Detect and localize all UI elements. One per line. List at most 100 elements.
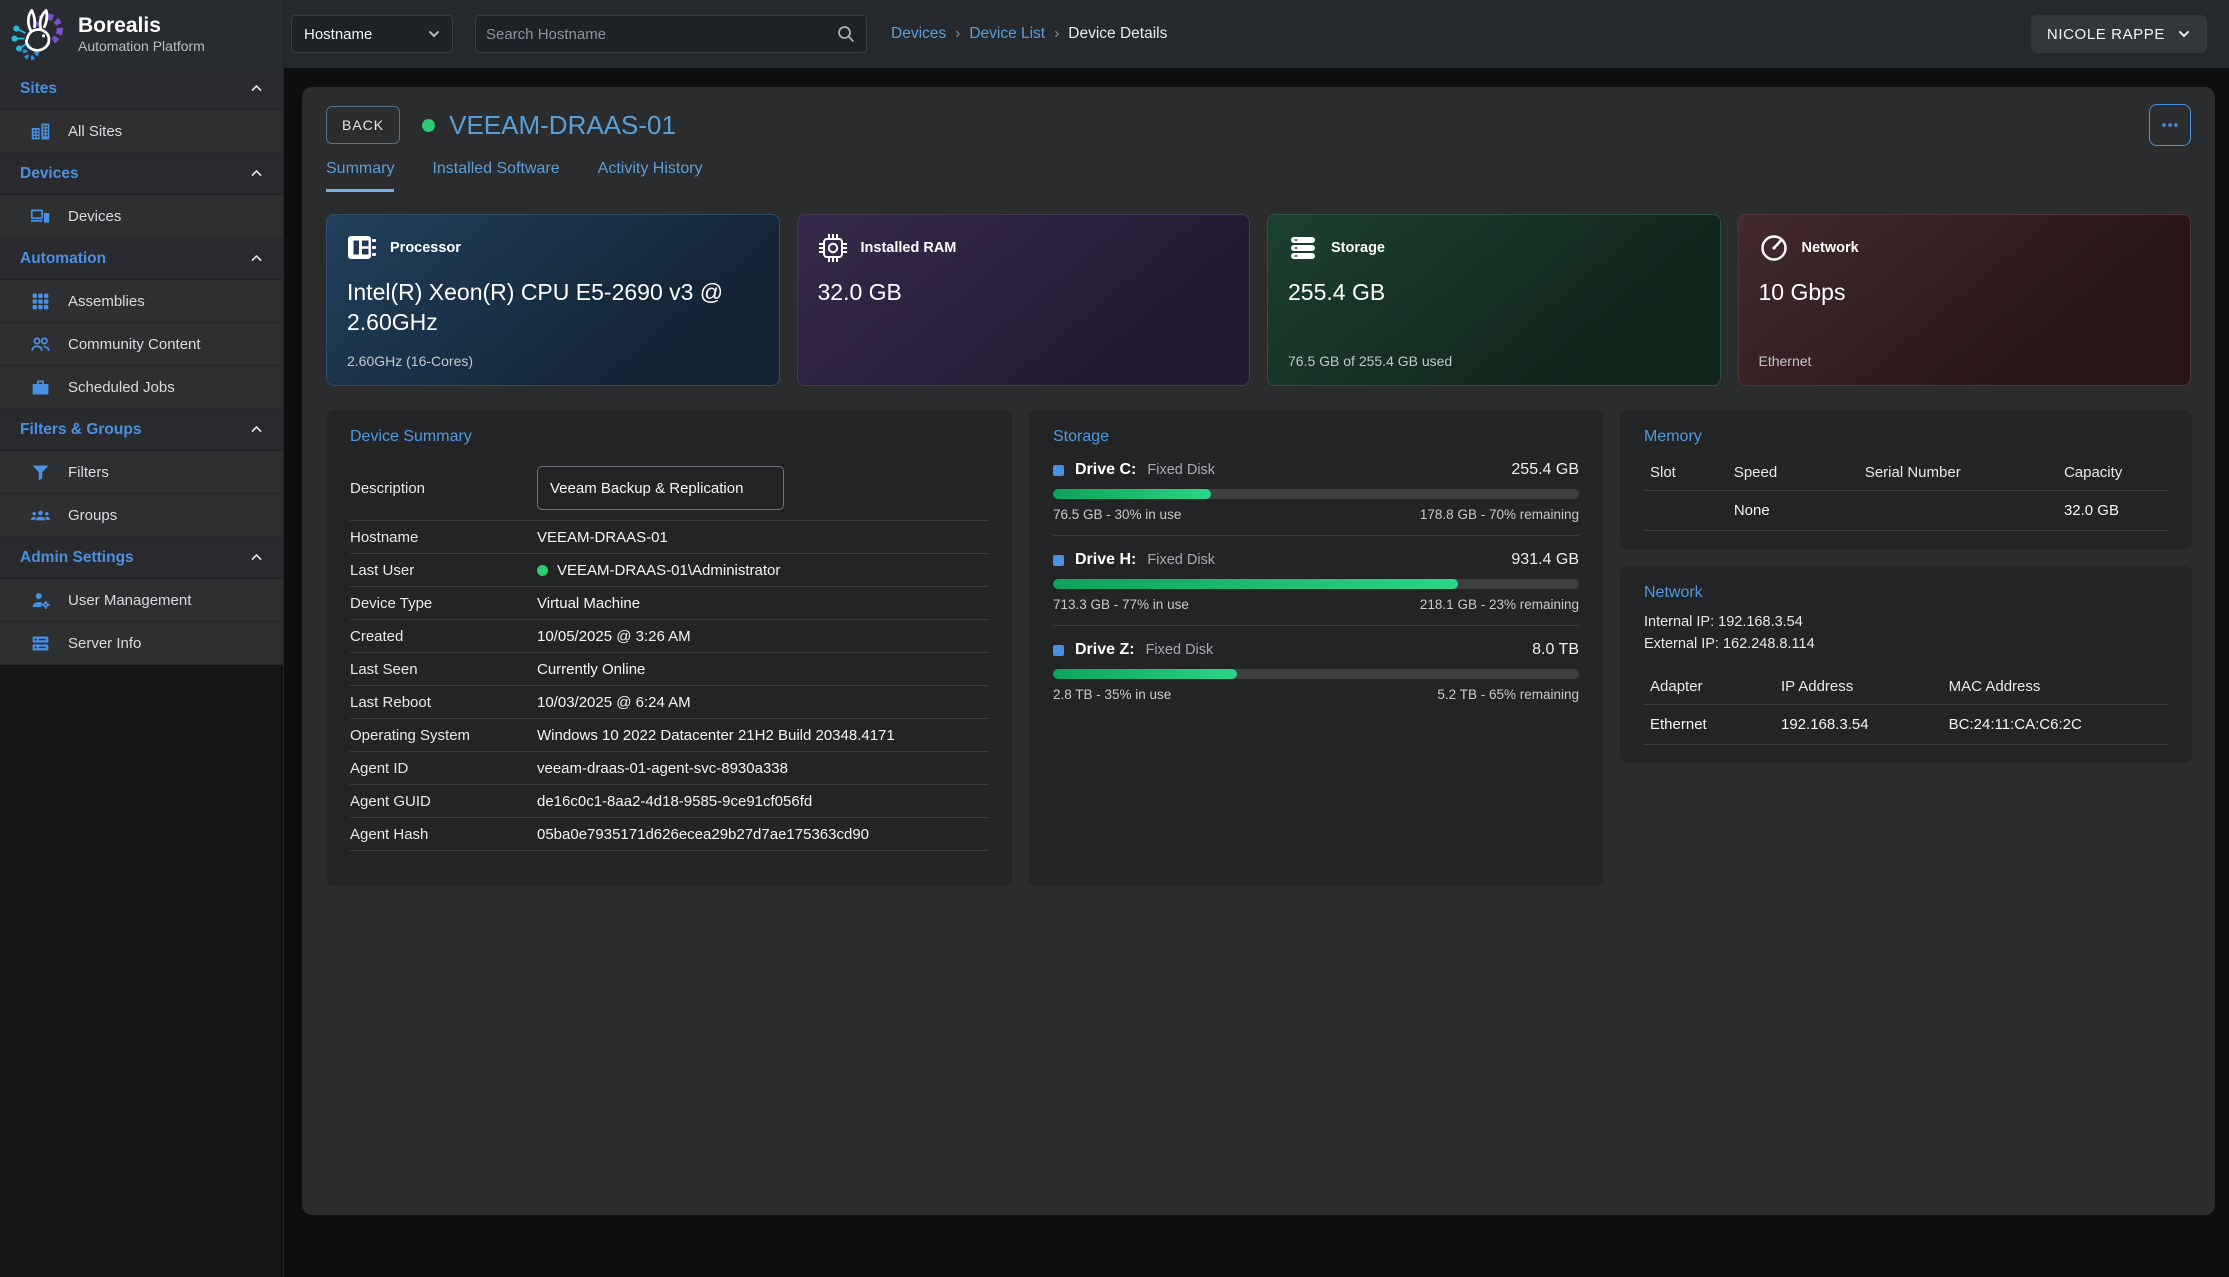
storage-title: Storage	[1053, 428, 1579, 446]
device-summary-panel: Device Summary Description Hostname VEEA…	[326, 410, 1012, 886]
sidebar-item-filters[interactable]: Filters	[0, 451, 283, 494]
drive-remaining-text: 5.2 TB - 65% remaining	[1437, 687, 1579, 702]
speedometer-icon	[1759, 233, 1789, 263]
row-value: Currently Online	[537, 661, 645, 678]
sidebar-item-scheduled-jobs[interactable]: Scheduled Jobs	[0, 366, 283, 409]
drive-usage-fill	[1053, 669, 1237, 679]
caret-down-icon	[428, 28, 440, 40]
row-label: Created	[350, 628, 537, 645]
memory-row: None 32.0 GB	[1644, 491, 2168, 531]
sidebar-item-user-management[interactable]: User Management	[0, 579, 283, 622]
processor-value: Intel(R) Xeon(R) CPU E5-2690 v3 @ 2.60GH…	[347, 278, 759, 338]
description-input[interactable]	[537, 466, 784, 510]
sidebar-section-sites[interactable]: Sites	[0, 68, 283, 110]
row-value: veeam-draas-01-agent-svc-8930a338	[537, 760, 788, 777]
summary-row-last-user: Last User VEEAM-DRAAS-01\Administrator	[350, 554, 988, 587]
funnel-icon	[30, 462, 51, 483]
sidebar-section-automation[interactable]: Automation	[0, 238, 283, 280]
content-area: BACK VEEAM-DRAAS-01 Summary Installed So…	[284, 68, 2229, 1277]
sidebar-item-community-content[interactable]: Community Content	[0, 323, 283, 366]
right-column: Memory Slot Speed Serial Number Capacity…	[1620, 410, 2192, 763]
summary-row-operating-system: Operating System Windows 10 2022 Datacen…	[350, 719, 988, 752]
tab-activity-history[interactable]: Activity History	[598, 160, 703, 192]
installed-ram-card: Installed RAM 32.0 GB	[797, 214, 1251, 386]
network-row: Ethernet 192.168.3.54 BC:24:11:CA:C6:2C	[1644, 705, 2168, 745]
ram-icon	[818, 233, 848, 263]
row-label: Last Seen	[350, 661, 537, 678]
more-actions-button[interactable]	[2149, 104, 2191, 146]
storage-subtext: 76.5 GB of 255.4 GB used	[1288, 353, 1452, 369]
tab-summary[interactable]: Summary	[326, 160, 394, 192]
online-status-dot	[537, 565, 548, 576]
summary-row-device-type: Device Type Virtual Machine	[350, 587, 988, 620]
network-subtext: Ethernet	[1759, 353, 1812, 369]
last-user-value: VEEAM-DRAAS-01\Administrator	[557, 562, 780, 579]
device-title: VEEAM-DRAAS-01	[449, 110, 676, 141]
sidebar-item-label: Groups	[68, 507, 117, 524]
memory-speed-value: None	[1728, 491, 1859, 530]
search-field-select[interactable]: Hostname	[291, 15, 453, 53]
sidebar-section-admin-settings[interactable]: Admin Settings	[0, 537, 283, 579]
sidebar-item-all-sites[interactable]: All Sites	[0, 110, 283, 153]
sidebar-section-filters-groups[interactable]: Filters & Groups	[0, 409, 283, 451]
search-input[interactable]	[486, 26, 836, 43]
search-icon[interactable]	[836, 24, 856, 44]
row-label: Device Type	[350, 595, 537, 612]
summary-row-created: Created 10/05/2025 @ 3:26 AM	[350, 620, 988, 653]
sidebar-item-label: Devices	[68, 208, 121, 225]
drive-c-block: Drive C: Fixed Disk 255.4 GB 76.5 GB - 3…	[1053, 446, 1579, 536]
memory-serial-value	[1859, 491, 2058, 530]
row-label: Description	[350, 480, 537, 497]
memory-table: Slot Speed Serial Number Capacity None 3…	[1644, 456, 2168, 531]
breadcrumb: Devices › Device List › Device Details	[891, 25, 1167, 43]
storage-panel: Storage Drive C: Fixed Disk 255.4 GB 76.…	[1029, 410, 1603, 886]
summary-row-agent-hash: Agent Hash 05ba0e7935171d626ecea29b27d7a…	[350, 818, 988, 851]
sidebar-item-assemblies[interactable]: Assemblies	[0, 280, 283, 323]
back-button[interactable]: BACK	[326, 106, 400, 144]
row-label: Last Reboot	[350, 694, 537, 711]
online-status-dot	[422, 119, 435, 132]
device-summary-table: Description Hostname VEEAM-DRAAS-01 Last…	[350, 456, 988, 851]
sidebar: Borealis Automation Platform Sites All S…	[0, 0, 284, 1277]
network-mac-value: BC:24:11:CA:C6:2C	[1943, 705, 2168, 744]
drive-used-text: 2.8 TB - 35% in use	[1053, 687, 1171, 702]
stat-cards: Processor Intel(R) Xeon(R) CPU E5-2690 v…	[326, 214, 2191, 386]
card-label: Storage	[1331, 240, 1385, 256]
devices-icon	[30, 206, 51, 227]
drive-name: Drive Z:	[1075, 641, 1135, 659]
row-value: 10/05/2025 @ 3:26 AM	[537, 628, 691, 645]
network-adapter-value: Ethernet	[1644, 705, 1775, 744]
chevron-up-icon	[250, 167, 263, 180]
device-tabs: Summary Installed Software Activity Hist…	[326, 160, 2191, 192]
drive-type: Fixed Disk	[1146, 642, 1214, 658]
summary-row-last-seen: Last Seen Currently Online	[350, 653, 988, 686]
memory-slot-value	[1644, 491, 1728, 530]
cpu-icon	[347, 233, 377, 263]
drive-size: 8.0 TB	[1532, 641, 1579, 659]
sidebar-item-devices[interactable]: Devices	[0, 195, 283, 238]
breadcrumb-devices[interactable]: Devices	[891, 25, 946, 43]
row-label: Agent GUID	[350, 793, 537, 810]
breadcrumb-device-list[interactable]: Device List	[969, 25, 1045, 43]
row-label: Hostname	[350, 529, 537, 546]
drive-h-block: Drive H: Fixed Disk 931.4 GB 713.3 GB - …	[1053, 536, 1579, 626]
network-ip-value: 192.168.3.54	[1775, 705, 1943, 744]
drive-icon	[1053, 465, 1064, 476]
drive-icon	[1053, 555, 1064, 566]
user-menu-button[interactable]: NICOLE RAPPE	[2031, 15, 2207, 53]
network-header-mac: MAC Address	[1943, 670, 2168, 704]
network-card: Network 10 Gbps Ethernet	[1738, 214, 2192, 386]
section-label: Admin Settings	[20, 549, 134, 567]
section-label: Sites	[20, 80, 57, 98]
sidebar-section-devices[interactable]: Devices	[0, 153, 283, 195]
building-icon	[30, 121, 51, 142]
storage-card: Storage 255.4 GB 76.5 GB of 255.4 GB use…	[1267, 214, 1721, 386]
sidebar-item-server-info[interactable]: Server Info	[0, 622, 283, 665]
chevron-up-icon	[250, 252, 263, 265]
storage-icon	[1288, 233, 1318, 263]
card-label: Processor	[390, 240, 461, 256]
sidebar-item-groups[interactable]: Groups	[0, 494, 283, 537]
tab-installed-software[interactable]: Installed Software	[432, 160, 559, 192]
app-logo: Borealis Automation Platform	[0, 0, 283, 68]
memory-header-slot: Slot	[1644, 456, 1728, 490]
